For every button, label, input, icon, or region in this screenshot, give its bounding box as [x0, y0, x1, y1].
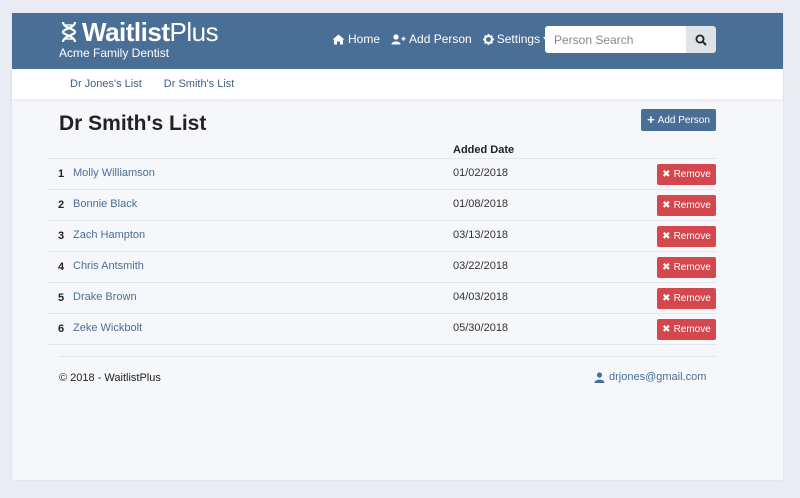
search-icon: [695, 34, 707, 46]
close-icon: ✖: [662, 231, 671, 242]
footer-copyright: © 2018 - WaitlistPlus: [59, 372, 161, 384]
user-plus-icon: [391, 33, 406, 44]
remove-button-label: Remove: [673, 169, 711, 180]
brand[interactable]: WaitlistPlus Acme Family Dentist: [59, 17, 219, 60]
row-number: 2: [58, 199, 65, 211]
search-input[interactable]: [545, 26, 686, 53]
tab-dr-smith-list[interactable]: Dr Smith's List: [164, 78, 235, 90]
page-title: Dr Smith's List: [59, 112, 207, 135]
app-window: WaitlistPlus Acme Family Dentist Home Ad…: [12, 13, 783, 480]
add-person-button-label: Add Person: [657, 114, 710, 126]
table-row: 5 Drake Brown 04/03/2018 ✖ Remove: [48, 283, 716, 314]
row-number: 6: [58, 323, 65, 335]
table-header: Added Date: [48, 143, 716, 159]
close-icon: ✖: [662, 200, 671, 211]
added-date: 03/13/2018: [453, 229, 509, 241]
brand-subtitle: Acme Family Dentist: [59, 46, 170, 60]
nav-home[interactable]: Home: [332, 32, 380, 46]
remove-button[interactable]: ✖ Remove: [657, 164, 716, 185]
close-icon: ✖: [662, 324, 671, 335]
added-date: 05/30/2018: [453, 322, 509, 334]
table-row: 6 Zeke Wickbolt 05/30/2018 ✖ Remove: [48, 314, 716, 345]
nav-add-person-label: Add Person: [409, 32, 472, 46]
list-tabs: Dr Jones's List Dr Smith's List: [12, 69, 783, 99]
table-row: 3 Zach Hampton 03/13/2018 ✖ Remove: [48, 221, 716, 252]
plus-icon: +: [647, 112, 655, 127]
gear-icon: [482, 33, 494, 45]
column-header-added-date: Added Date: [453, 144, 515, 156]
brand-name: WaitlistPlus: [82, 17, 219, 47]
added-date: 03/22/2018: [453, 260, 509, 272]
tab-dr-jones-list[interactable]: Dr Jones's List: [70, 78, 142, 90]
person-name-link[interactable]: Drake Brown: [73, 291, 137, 303]
remove-button[interactable]: ✖ Remove: [657, 226, 716, 247]
nav-settings-label: Settings: [496, 32, 541, 46]
search-form: [545, 26, 716, 53]
table-row: 2 Bonnie Black 01/08/2018 ✖ Remove: [48, 190, 716, 221]
remove-button-label: Remove: [673, 200, 711, 211]
footer-user-link[interactable]: drjones@gmail.com: [594, 371, 706, 383]
close-icon: ✖: [662, 262, 671, 273]
row-number: 4: [58, 261, 65, 273]
person-name-link[interactable]: Bonnie Black: [73, 198, 137, 210]
top-navbar: WaitlistPlus Acme Family Dentist Home Ad…: [12, 13, 783, 69]
close-icon: ✖: [662, 293, 671, 304]
added-date: 01/02/2018: [453, 167, 509, 179]
person-name-link[interactable]: Zach Hampton: [73, 229, 145, 241]
remove-button-label: Remove: [673, 262, 711, 273]
waitlist-table: Added Date 1 Molly Williamson 01/02/2018 ✖ R…: [48, 143, 716, 345]
dna-logo-icon: [61, 21, 77, 43]
user-icon: [594, 371, 605, 383]
added-date: 04/03/2018: [453, 291, 509, 303]
remove-button[interactable]: ✖ Remove: [657, 288, 716, 309]
remove-button-label: Remove: [673, 293, 711, 304]
row-number: 3: [58, 230, 65, 242]
person-name-link[interactable]: Chris Antsmith: [73, 260, 144, 272]
added-date: 01/08/2018: [453, 198, 509, 210]
row-number: 5: [58, 292, 65, 304]
nav-settings-dropdown[interactable]: Settings: [482, 32, 550, 46]
person-name-link[interactable]: Molly Williamson: [73, 167, 155, 179]
row-number: 1: [58, 168, 65, 180]
table-row: 1 Molly Williamson 01/02/2018 ✖ Remove: [48, 159, 716, 190]
nav-links: Home Add Person Settings: [332, 32, 560, 46]
add-person-button[interactable]: + Add Person: [641, 109, 716, 131]
home-icon: [332, 34, 345, 44]
table-row: 4 Chris Antsmith 03/22/2018 ✖ Remove: [48, 252, 716, 283]
footer-divider: [59, 356, 716, 357]
remove-button-label: Remove: [673, 324, 711, 335]
close-icon: ✖: [662, 169, 671, 180]
nav-add-person[interactable]: Add Person: [391, 32, 472, 46]
search-button[interactable]: [686, 26, 716, 53]
remove-button[interactable]: ✖ Remove: [657, 319, 716, 340]
nav-home-label: Home: [348, 32, 381, 46]
remove-button[interactable]: ✖ Remove: [657, 257, 716, 278]
person-name-link[interactable]: Zeke Wickbolt: [73, 322, 142, 334]
remove-button-label: Remove: [673, 231, 711, 242]
remove-button[interactable]: ✖ Remove: [657, 195, 716, 216]
footer-user-email: drjones@gmail.com: [609, 371, 707, 383]
